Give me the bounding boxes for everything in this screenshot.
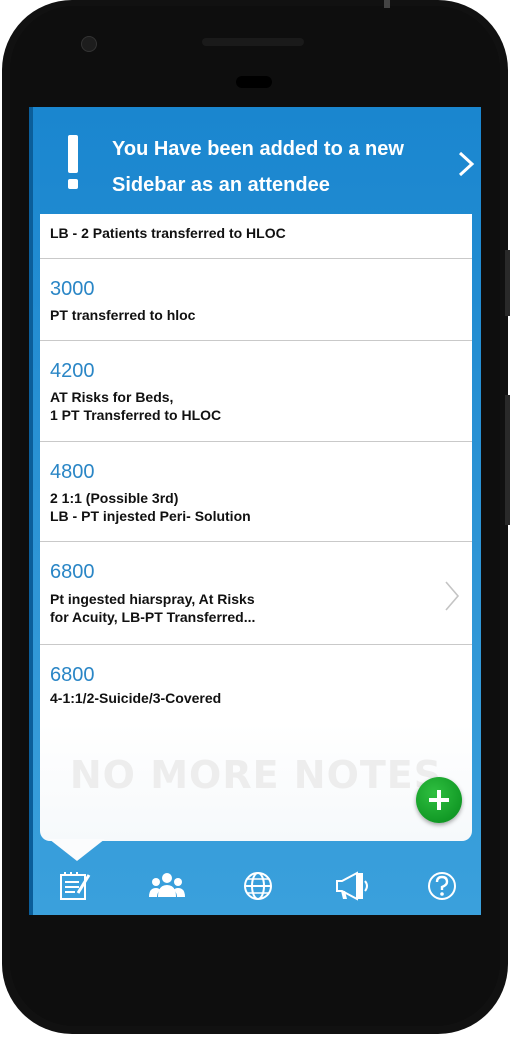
proximity-sensor — [236, 76, 272, 88]
empty-state-text: NO MORE NOTES — [69, 753, 443, 797]
list-item[interactable]: 6800 Pt ingested hiarspray, At Risks for… — [40, 542, 472, 645]
note-text: 2 1:1 (Possible 3rd) — [50, 490, 179, 506]
note-text: AT Risks for Beds, — [50, 389, 174, 405]
notification-text: You Have been added to a new Sidebar as … — [112, 138, 404, 196]
list-item[interactable]: LB - 2 Patients transferred to HLOC — [40, 214, 472, 259]
note-text: Pt ingested hiarspray, At Risks — [50, 591, 255, 607]
bottom-nav — [29, 859, 481, 915]
screen-edge — [29, 107, 33, 915]
exclamation-icon — [65, 135, 81, 191]
unit-number: 6800 — [50, 561, 95, 583]
note-text: PT transferred to hloc — [50, 307, 196, 323]
unit-number: 4800 — [50, 461, 95, 483]
unit-number: 3000 — [50, 278, 95, 300]
unit-number: 4200 — [50, 360, 95, 382]
sidebar-notification-banner[interactable]: You Have been added to a new Sidebar as … — [29, 107, 481, 215]
phone-volume-button — [505, 250, 510, 316]
chevron-right-icon[interactable] — [457, 151, 475, 177]
list-item[interactable]: 4800 2 1:1 (Possible 3rd) LB - PT injest… — [40, 442, 472, 542]
earpiece-speaker — [202, 38, 304, 46]
phone-power-button — [505, 395, 510, 525]
list-item[interactable]: 6800 4-1:1/2-Suicide/3-Covered — [40, 645, 472, 724]
megaphone-icon[interactable] — [333, 869, 369, 903]
list-item[interactable]: 4200 AT Risks for Beds, 1 PT Transferred… — [40, 341, 472, 442]
chevron-right-icon[interactable] — [444, 580, 460, 612]
active-tab-pointer — [49, 839, 105, 861]
notes-icon[interactable] — [57, 869, 93, 903]
add-note-button[interactable] — [416, 777, 462, 823]
people-icon[interactable] — [149, 869, 185, 903]
note-text: 1 PT Transferred to HLOC — [50, 407, 222, 423]
app-screen: You Have been added to a new Sidebar as … — [29, 107, 481, 915]
note-text: LB - 2 Patients transferred to HLOC — [50, 225, 286, 241]
empty-state-panel: NO MORE NOTES — [40, 723, 472, 841]
list-item[interactable]: 3000 PT transferred to hloc — [40, 259, 472, 341]
note-text: LB - PT injested Peri- Solution — [50, 508, 251, 524]
plus-icon — [429, 790, 449, 810]
unit-number: 6800 — [50, 664, 95, 686]
globe-icon[interactable] — [240, 869, 276, 903]
notes-list: LB - 2 Patients transferred to HLOC 3000… — [40, 214, 472, 724]
note-text: for Acuity, LB-PT Transferred... — [50, 609, 256, 625]
front-camera — [81, 36, 97, 52]
phone-top-button — [384, 0, 390, 8]
help-icon[interactable] — [424, 869, 460, 903]
note-text: 4-1:1/2-Suicide/3-Covered — [50, 690, 222, 706]
